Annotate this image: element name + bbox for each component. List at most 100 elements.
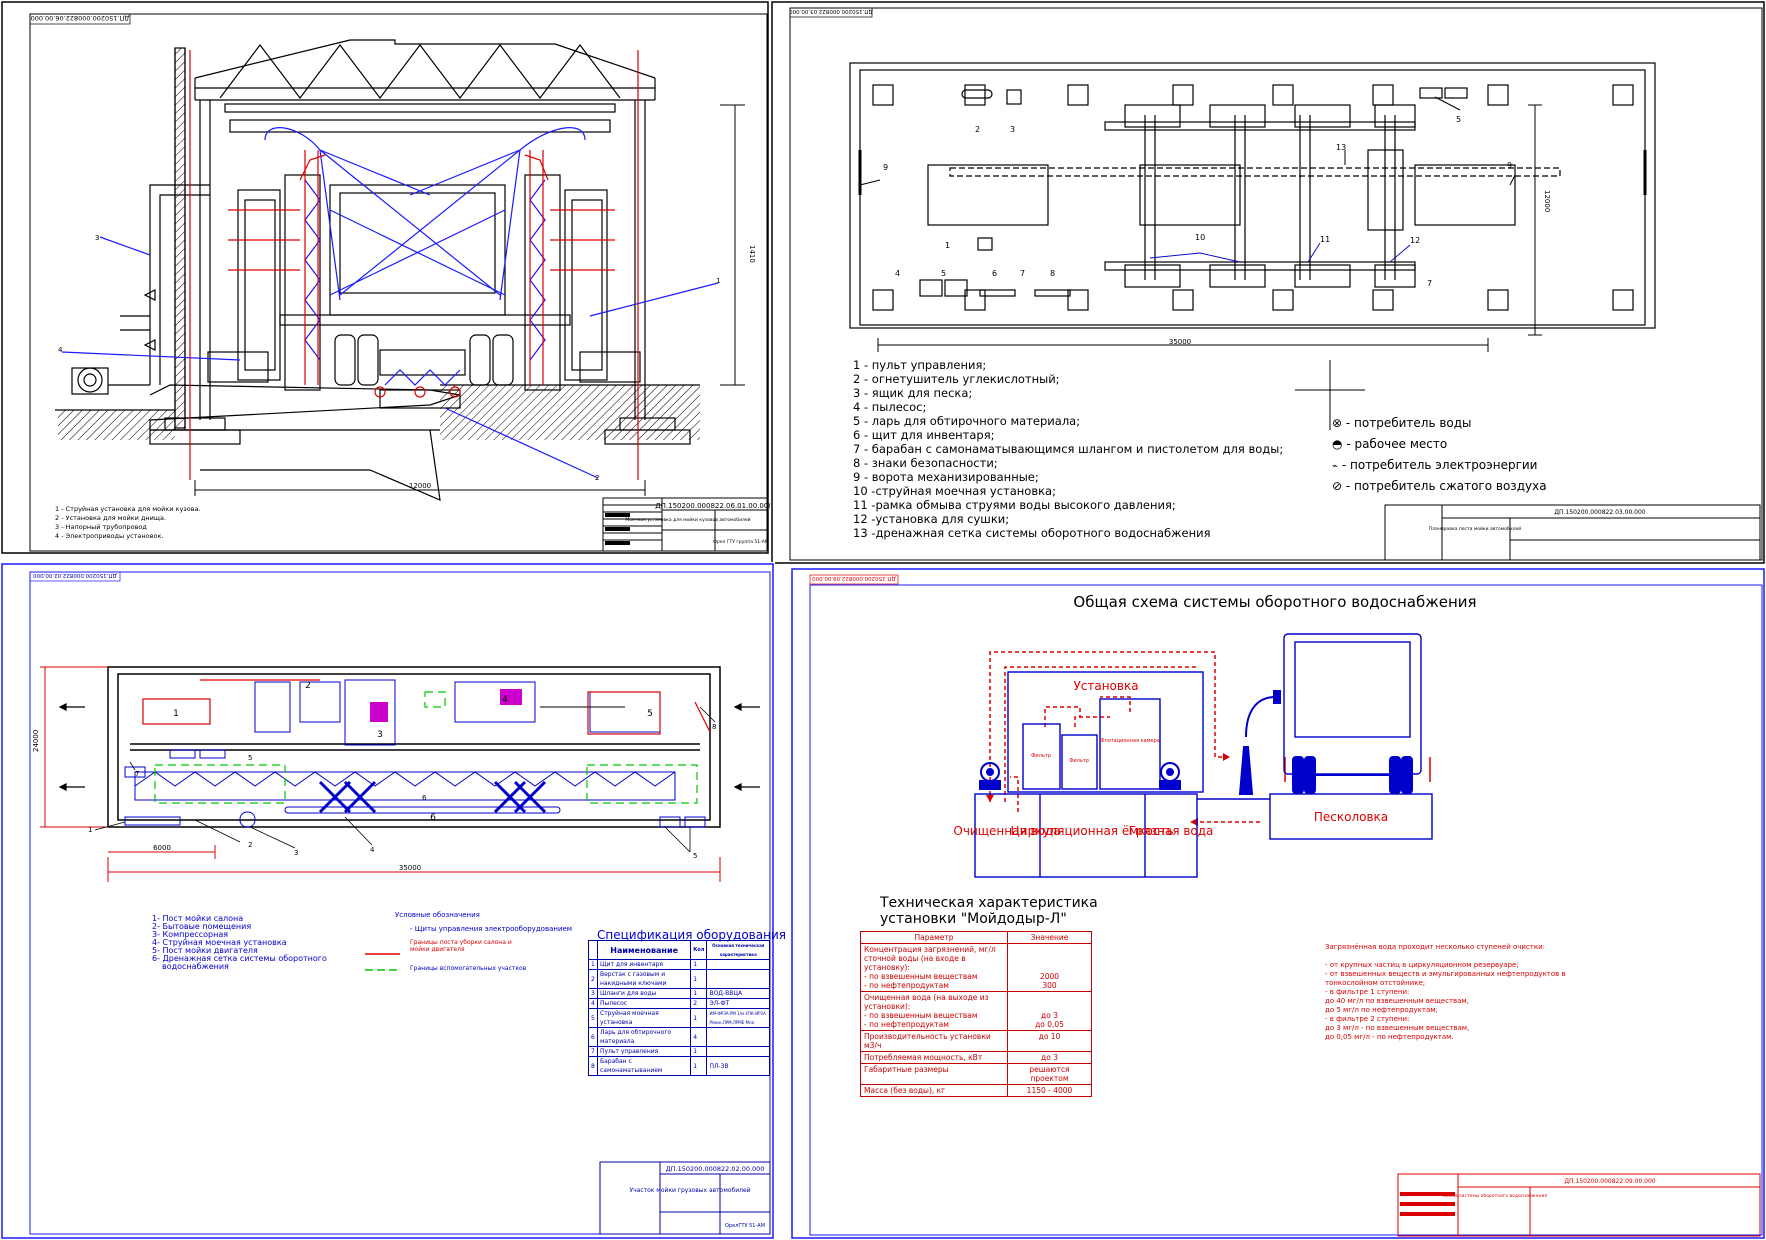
zone-number-3: 3 — [377, 730, 383, 740]
stamp-code: ДП.150200.000822.09.00.000 — [1564, 1178, 1655, 1185]
legend-item: 4 - Электроприводы установок. — [55, 532, 164, 540]
callout: 5 — [693, 852, 697, 860]
callout-4: 4 — [58, 346, 63, 354]
callout: 13 — [1336, 143, 1346, 152]
callout: 1 — [945, 241, 950, 250]
callout: 2 — [248, 841, 252, 849]
callout: 5 — [248, 754, 252, 762]
label-sand-trap: Песколовка — [1314, 810, 1388, 824]
legend-item: 8 - знаки безопасности; — [853, 456, 998, 470]
doc-code-rotated: ДП.150200.000822.09.00.000 — [812, 575, 896, 581]
doc-code-rotated: ДП.150200.000822.06.00.000 — [31, 14, 130, 22]
callout: 12 — [1410, 236, 1420, 245]
table-row: Производительность установки м3/ч до 10 — [860, 1030, 1092, 1052]
callout: 1 — [88, 826, 92, 834]
callout: 5 — [941, 269, 946, 278]
table-row: 7 Пульт управления 1 — [588, 1046, 770, 1057]
stamp-title: Схема системы оборотного водоснабжения — [1443, 1193, 1547, 1199]
conventions: Условные обозначения - Щиты управления э… — [395, 908, 572, 936]
legend-item: 1 - Струйная установка для мойки кузова. — [55, 505, 201, 513]
symbol-legend: ⊗ - потребитель воды ◓ - рабочее место ⌁… — [1332, 413, 1547, 497]
tech-title-2: установки "Мойдодыр-Л" — [880, 911, 1067, 927]
callout: 7 — [1427, 279, 1432, 288]
spec-header: Основная техническая характеристика — [706, 940, 770, 960]
legend-item: 10 -струйная моечная установка; — [853, 484, 1056, 498]
legend-item: 3 - Напорный трубопровод — [55, 523, 147, 531]
zone-number-5: 5 — [647, 709, 653, 719]
air-consumer-icon: ⊘ — [1332, 479, 1343, 493]
legend-item: 5 - ларь для обтирочного материала; — [853, 414, 1081, 428]
doc-code-rotated: ДП.150200.000822.03.00.000 — [789, 8, 873, 14]
spec-header: Наименование — [596, 940, 692, 960]
legend-truck-wash: 1- Пост мойки салона 2- Бытовые помещени… — [152, 915, 327, 971]
callout: 4 — [370, 846, 375, 854]
table-row: Концентрация загрязнений, мг/л сточной в… — [860, 943, 1092, 992]
diagram-title: Общая схема системы оборотного водоснабж… — [1073, 593, 1476, 611]
dimension-small: 6000 — [153, 844, 171, 852]
dimension-height: 1410 — [748, 245, 756, 263]
table-row: Габаритные размеры решаются проектом — [860, 1063, 1092, 1085]
table-row: 2 Верстак с газовым и накидными ключами 1 — [588, 969, 770, 989]
convention-item: - Щиты управления электрооборудованием — [410, 925, 573, 933]
table-row: 1 Щит для инвентаря 1 — [588, 959, 770, 970]
stamp-code: ДП.150200.000822.03.00.000 — [1554, 509, 1645, 516]
callout-2: 2 — [595, 474, 599, 482]
callout: 8 — [712, 723, 716, 731]
callout: 5 — [1456, 115, 1461, 124]
tech-header: Параметр — [860, 931, 1008, 944]
convention-red: Границы поста уборки салона и мойки двиг… — [410, 939, 512, 953]
callout: 2 — [975, 125, 980, 134]
table-row: Потребляемая мощность, кВт до 3 — [860, 1051, 1092, 1064]
symbol-label: - потребитель электроэнергии — [1341, 458, 1538, 472]
callout-1: 1 — [716, 277, 720, 285]
spec-table: Наименование Кол Основная техническая ха… — [588, 940, 770, 1076]
legend-item: 7 - барабан с самонаматывающимся шлангом… — [853, 442, 1284, 456]
workplace-icon: ◓ — [1332, 437, 1343, 451]
table-row: Масса (без воды), кг 1150 - 4000 — [860, 1084, 1092, 1097]
stamp-code: ДП.150200.000822.06.01.00.000 — [655, 502, 770, 510]
legend-item: 4 - пылесос; — [853, 400, 927, 414]
legend-item: 2 - огнетушитель углекислотный; — [853, 372, 1060, 386]
callout: 7 — [135, 770, 139, 778]
dimension-length: 35000 — [1169, 338, 1191, 346]
callout: 9 — [883, 163, 888, 172]
dimension-width: 12000 — [1543, 190, 1551, 212]
conventions-title: Условные обозначения — [395, 911, 480, 919]
callout-3: 3 — [95, 234, 99, 242]
legend-item: 13 -дренажная сетка системы оборотного в… — [853, 526, 1211, 540]
callout: 6 — [992, 269, 997, 278]
water-consumer-icon: ⊗ — [1332, 416, 1343, 430]
tech-header: Значение — [1007, 931, 1092, 944]
stamp-code: ДП.150200.000822.02.00.000 — [666, 1165, 765, 1173]
symbol-label: - потребитель воды — [1345, 416, 1472, 430]
spec-header: Кол — [690, 940, 708, 960]
drawing-water-recycling: ДП.150200.000822.09.00.000 Общая схема с… — [791, 568, 1765, 1239]
dimension-length: 35000 — [399, 864, 421, 872]
zone-number-6: 6 — [430, 813, 436, 823]
cleaning-notes: Загрязнённая вода проходит несколько сту… — [1325, 943, 1566, 1041]
label-filter-2: Фильтр — [1069, 758, 1089, 764]
label-installation: Установка — [1073, 679, 1138, 693]
stamp-org: Орел ГТУ группа 51-АМ — [713, 539, 769, 545]
stamp-title: Участок мойки грузовых автомобилей — [629, 1187, 750, 1194]
drawing-truck-wash-area: ДП.150200.000822.02.00.000 24000 35000 6… — [1, 563, 774, 1239]
table-row: 5 Струйная моечная установка 1 ИМ-ФРЗА-РМ 1… — [588, 1008, 770, 1028]
stamp-org: ОрелГТУ 51-АМ — [725, 1223, 765, 1229]
dimension-width: 12000 — [409, 482, 431, 490]
legend-wash-post: 1 - пульт управления; 2 - огнетушитель у… — [853, 358, 1283, 540]
callout: 10 — [1195, 233, 1205, 242]
legend-item: водоснабжения — [162, 962, 229, 971]
dimension-height: 24000 — [32, 730, 40, 752]
callout: 7 — [1020, 269, 1025, 278]
sheet-water-recycling: ДП.150200.000822.09.00.000 Общая схема с… — [790, 567, 1766, 1240]
doc-code-rotated: ДП.150200.000822.02.00.000 — [33, 572, 117, 578]
callout: 11 — [1320, 235, 1330, 244]
legend-item: 1 - пульт управления; — [853, 358, 987, 372]
zone-number-1: 1 — [173, 709, 179, 719]
sheet-bodywash-installation: 12000 1410 3 4 1 2 ДП.150200.000822.06.0… — [0, 0, 770, 555]
stamp-title: Планировка поста мойки автомобилей — [1429, 525, 1521, 532]
table-row: 8 Барабан с самонаматыванием 1 ПЛ-ЗВ — [588, 1056, 770, 1076]
callout: 3 — [1010, 125, 1015, 134]
symbol-label: - рабочее место — [1346, 437, 1448, 451]
legend-item: 3 - ящик для песка; — [853, 386, 973, 400]
